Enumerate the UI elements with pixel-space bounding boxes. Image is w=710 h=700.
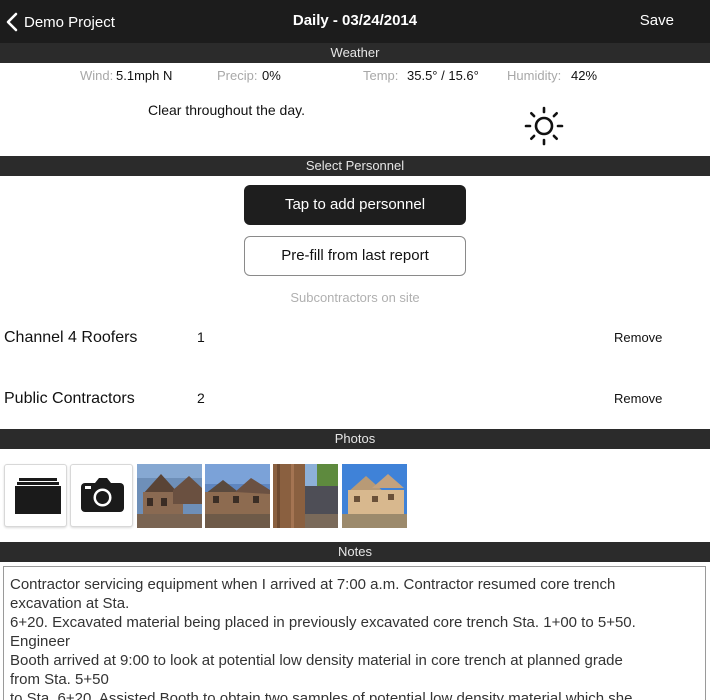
chevron-left-icon bbox=[6, 12, 18, 32]
notes-line: excavation at Sta. bbox=[10, 595, 130, 612]
humidity-label: Humidity: bbox=[507, 68, 562, 83]
precip-value: 0% bbox=[262, 68, 281, 83]
prefill-last-report-button[interactable]: Pre-fill from last report bbox=[244, 236, 466, 276]
subcontractor-name: Public Contractors bbox=[4, 390, 135, 407]
photo-thumbnail[interactable] bbox=[342, 464, 407, 528]
back-button-label: Demo Project bbox=[24, 13, 115, 31]
subcontractor-name: Channel 4 Roofers bbox=[4, 329, 138, 346]
subcontractors-caption: Subcontractors on site bbox=[290, 290, 420, 305]
personnel-section-header: Select Personnel bbox=[0, 156, 710, 176]
add-personnel-button[interactable]: Tap to add personnel bbox=[244, 185, 466, 225]
photos-section-header: Photos bbox=[0, 429, 710, 449]
notes-line: from Sta. 5+50 bbox=[10, 671, 109, 688]
subcontractor-count[interactable]: 1 bbox=[197, 329, 205, 345]
camera-icon bbox=[81, 478, 124, 512]
remove-subcontractor-button[interactable]: Remove bbox=[614, 330, 662, 345]
wind-value: 5.1mph N bbox=[116, 68, 173, 83]
temp-value: 35.5° / 15.6° bbox=[407, 68, 479, 83]
weather-section-header: Weather bbox=[0, 43, 710, 63]
back-button[interactable]: Demo Project bbox=[6, 11, 115, 33]
precip-label: Precip: bbox=[217, 68, 258, 83]
notes-line: to Sta. 6+20. Assisted Booth to obtain t… bbox=[10, 690, 633, 700]
weather-stats: Wind: 5.1mph N Precip: 0% Temp: 35.5° / … bbox=[0, 68, 710, 86]
subcontractor-count[interactable]: 2 bbox=[197, 390, 205, 406]
notes-line: 6+20. Excavated material being placed in… bbox=[10, 614, 636, 631]
photo-thumbnail[interactable] bbox=[273, 464, 338, 528]
subcontractor-row: Public Contractors 2 Remove bbox=[0, 379, 710, 419]
notes-line: Contractor servicing equipment when I ar… bbox=[10, 576, 616, 593]
save-button[interactable]: Save bbox=[640, 12, 674, 29]
photo-library-icon bbox=[15, 478, 61, 514]
photo-thumbnail[interactable] bbox=[137, 464, 202, 528]
notes-line: Booth arrived at 9:00 to look at potenti… bbox=[10, 652, 623, 669]
sun-icon bbox=[524, 106, 564, 146]
photo-thumbnail[interactable] bbox=[205, 464, 270, 528]
photo-library-button[interactable] bbox=[4, 464, 67, 527]
remove-subcontractor-button[interactable]: Remove bbox=[614, 391, 662, 406]
weather-description: Clear throughout the day. bbox=[148, 102, 305, 118]
camera-button[interactable] bbox=[70, 464, 133, 527]
notes-textarea[interactable]: Contractor servicing equipment when I ar… bbox=[3, 566, 706, 700]
wind-label: Wind: bbox=[80, 68, 114, 83]
navbar: Demo Project Daily - 03/24/2014 Save bbox=[0, 0, 710, 44]
humidity-value: 42% bbox=[571, 68, 598, 83]
notes-line: Engineer bbox=[10, 633, 71, 650]
subcontractor-row: Channel 4 Roofers 1 Remove bbox=[0, 318, 710, 358]
temp-label: Temp: bbox=[363, 68, 399, 83]
notes-section-header: Notes bbox=[0, 542, 710, 562]
